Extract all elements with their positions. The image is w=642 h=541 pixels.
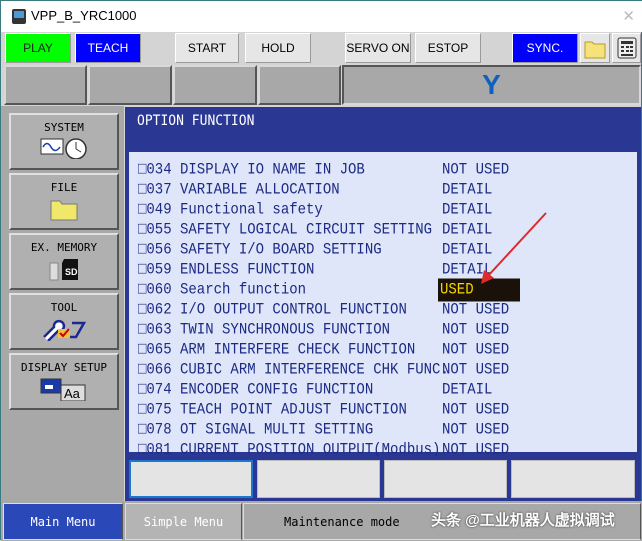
option-label: □049 Functional safety (138, 200, 323, 220)
menu-label: TOOL (50, 301, 78, 314)
option-label: □056 SAFETY I/O BOARD SETTING (138, 240, 382, 260)
servo-on-button[interactable]: SERVO ON (345, 33, 411, 63)
window-title: VPP_B_YRC1000 (31, 8, 137, 23)
option-label: □062 I/O OUTPUT CONTROL FUNCTION (138, 300, 407, 320)
keypad-icon (617, 37, 636, 59)
title-bar: VPP_B_YRC1000 ✕ (1, 1, 642, 32)
teach-button[interactable]: TEACH (75, 33, 141, 63)
menu-label: SYSTEM (44, 121, 84, 134)
hold-button[interactable]: HOLD (245, 33, 311, 63)
start-button[interactable]: START (175, 33, 239, 63)
menu-label: DISPLAY SETUP (20, 361, 108, 374)
function-key-1[interactable] (129, 460, 253, 498)
tool-icon (43, 319, 87, 341)
function-key-bar (125, 456, 641, 501)
folder-button[interactable] (580, 33, 610, 63)
close-icon[interactable]: ✕ (622, 7, 635, 25)
status-button-3[interactable] (173, 65, 257, 105)
main-menu-button[interactable]: Main Menu (3, 503, 123, 540)
keypad-button[interactable] (612, 33, 641, 63)
menu-file[interactable]: FILE (9, 173, 119, 230)
function-key-2[interactable] (257, 460, 380, 498)
sd-card-icon: SD (49, 259, 78, 281)
option-label: □065 ARM INTERFERE CHECK FUNCTION (138, 340, 416, 360)
play-button[interactable]: PLAY (5, 33, 71, 63)
option-label: □059 ENDLESS FUNCTION (138, 260, 315, 280)
option-list: □034 DISPLAY IO NAME IN JOB NOT USED □037 … (129, 152, 637, 459)
status-button-4[interactable] (258, 65, 341, 105)
display-font-icon: Aa (40, 378, 86, 401)
status-button-2[interactable] (88, 65, 172, 105)
folder-icon (584, 41, 606, 59)
option-label: □034 DISPLAY IO NAME IN JOB (138, 160, 365, 180)
left-menu: SYSTEM FILE EX. MEMORY SD TOOL DISPLAY SE… (1, 106, 124, 501)
function-key-4[interactable] (511, 460, 635, 498)
estop-button[interactable]: ESTOP (415, 33, 481, 63)
menu-display-setup[interactable]: DISPLAY SETUP Aa (9, 353, 119, 410)
folder-icon (50, 200, 78, 221)
option-label: □066 CUBIC ARM INTERFERENCE CHK FUNC. (138, 360, 449, 380)
menu-tool[interactable]: TOOL (9, 293, 119, 350)
option-label: □078 OT SIGNAL MULTI SETTING (138, 420, 374, 440)
watermark: 头条 @工业机器人虚拟调试 (431, 512, 615, 529)
bottom-bar: Main Menu Simple Menu Maintenance mode 头… (1, 501, 642, 541)
system-clock-icon (40, 138, 87, 159)
option-label: □060 Search function (138, 280, 307, 300)
sync-button[interactable]: SYNC. (512, 33, 578, 63)
option-label: □055 SAFETY LOGICAL CIRCUIT SETTING (138, 220, 433, 240)
function-key-3[interactable] (384, 460, 507, 498)
option-function-panel: OPTION FUNCTION □034 DISPLAY IO NAME IN … (125, 107, 641, 459)
menu-ex-memory[interactable]: EX. MEMORY SD (9, 233, 119, 290)
status-button-1[interactable] (4, 65, 87, 105)
menu-system[interactable]: SYSTEM (9, 113, 119, 170)
option-label: □037 VARIABLE ALLOCATION (138, 180, 340, 200)
robot-type-indicator: Y (482, 69, 501, 100)
option-label: □075 TEACH POINT ADJUST FUNCTION (138, 400, 407, 420)
app-icon (12, 9, 26, 24)
menu-label: FILE (50, 181, 78, 194)
maintenance-mode-label: Maintenance mode (284, 514, 400, 529)
menu-label: EX. MEMORY (30, 241, 98, 254)
svg-text:SD: SD (65, 267, 78, 277)
option-label: □063 TWIN SYNCHRONOUS FUNCTION (138, 320, 391, 340)
page-title: OPTION FUNCTION (137, 113, 255, 130)
robot-status-panel: Y (342, 65, 641, 105)
svg-text:Aa: Aa (64, 386, 81, 401)
option-label: □074 ENCODER CONFIG FUNCTION (138, 380, 374, 400)
simple-menu-button[interactable]: Simple Menu (125, 503, 242, 540)
